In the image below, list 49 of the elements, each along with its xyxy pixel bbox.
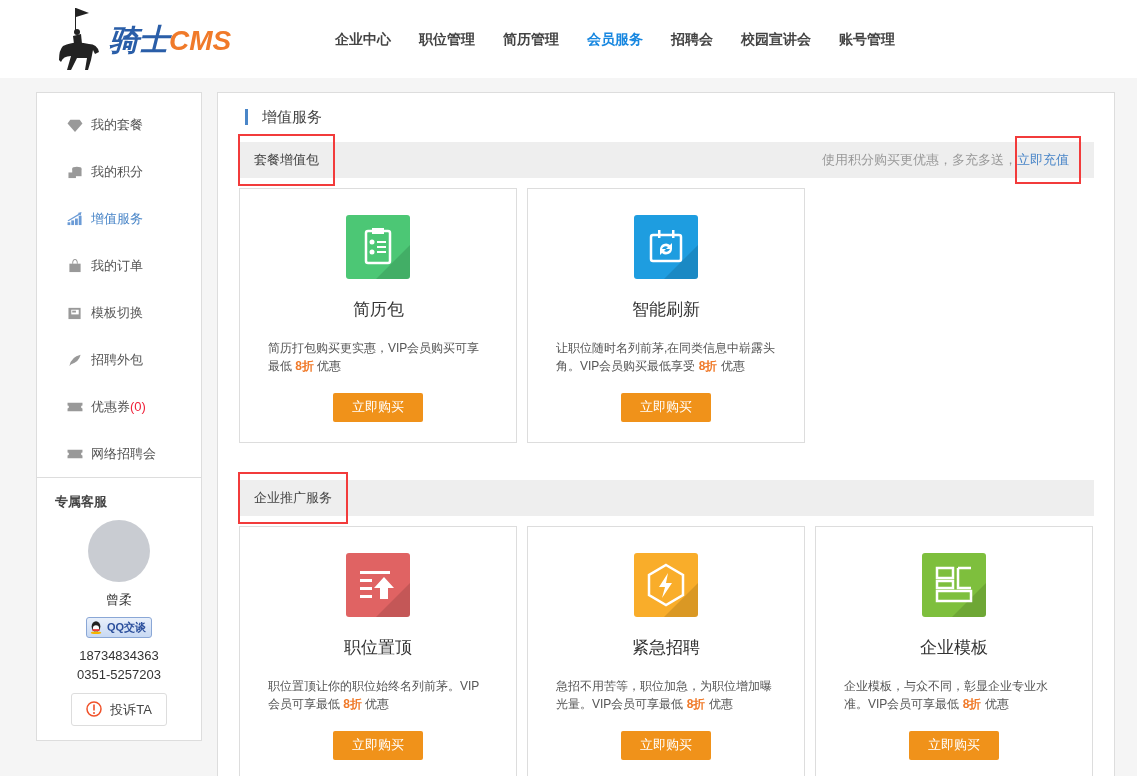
nav-link[interactable]: 招聘会 [657, 28, 728, 50]
section-title: 企业推广服务 [240, 474, 346, 522]
agent-name: 曾柔 [106, 590, 132, 609]
logo-text: CMS [169, 24, 232, 56]
warning-icon [86, 701, 103, 718]
sidebar-item[interactable]: 招聘外包 [37, 336, 201, 383]
card-title: 智能刷新 [632, 299, 700, 321]
card-description: 简历打包购买更实惠，VIP会员购买可享最低 8折 优惠 [268, 339, 481, 375]
sidebar-item[interactable]: 优惠券(0) [37, 383, 201, 430]
nav-link[interactable]: 职位管理 [405, 28, 490, 50]
bag-icon [67, 258, 83, 273]
sidebar-item[interactable]: 我的积分 [37, 148, 201, 195]
nav-link[interactable]: 企业中心 [321, 28, 406, 50]
nav-link[interactable]: 账号管理 [825, 28, 910, 50]
card-title: 简历包 [352, 299, 404, 321]
nav-link[interactable]: 简历管理 [489, 28, 574, 50]
card-title: 职位置顶 [344, 637, 412, 659]
complain-button[interactable]: 投诉TA [71, 692, 167, 726]
card-description: 企业模板，与众不同，彰显企业专业水准。VIP会员可享最低 8折 优惠 [844, 677, 1049, 713]
diamond-icon [67, 117, 83, 132]
window-icon [67, 305, 83, 320]
sidebar-item[interactable]: 我的订单 [37, 242, 201, 289]
calendar-refresh-icon [634, 215, 698, 279]
phone-number: 18734834363 [78, 646, 160, 665]
page-title: 增值服务 [245, 109, 1094, 125]
phone-number: 0351-5257203 [77, 666, 161, 684]
section-title: 专属客服 [54, 493, 107, 511]
sidebar-item[interactable]: 网络招聘会 [37, 430, 201, 477]
sidebar-item[interactable]: 我的套餐 [37, 101, 201, 148]
layout-icon [922, 553, 986, 617]
bar-chart-icon [67, 211, 83, 226]
lightning-icon [634, 553, 698, 617]
promo-note: 使用积分购买更优惠，多充多送， [822, 151, 1017, 170]
card-description: 急招不用苦等，职位加急，为职位增加曝光量。VIP会员可享最低 8折 优惠 [556, 677, 773, 713]
section-title: 套餐增值包 [240, 136, 333, 184]
qq-chat-button[interactable]: QQ交谈 [85, 617, 153, 638]
nav-link[interactable]: 校园宣讲会 [727, 28, 826, 50]
penguin-icon [88, 619, 103, 636]
card-title: 紧急招聘 [632, 637, 700, 659]
card-description: 职位置顶让你的职位始终名列前茅。VIP会员可享最低 8折 优惠 [268, 677, 481, 713]
arrow-up-list-icon [346, 553, 410, 617]
sidebar-item[interactable]: 增值服务 [37, 195, 201, 242]
coins-icon [67, 164, 83, 179]
feather-icon [67, 352, 83, 367]
nav-link[interactable]: 会员服务 [573, 28, 658, 50]
clipboard-icon [346, 215, 410, 279]
sidebar-item[interactable]: 模板切换 [37, 289, 201, 336]
card-title: 企业模板 [920, 637, 988, 659]
card-description: 让职位随时名列前茅,在同类信息中崭露头角。VIP会员购买最低享受 8折 优惠 [556, 339, 776, 375]
